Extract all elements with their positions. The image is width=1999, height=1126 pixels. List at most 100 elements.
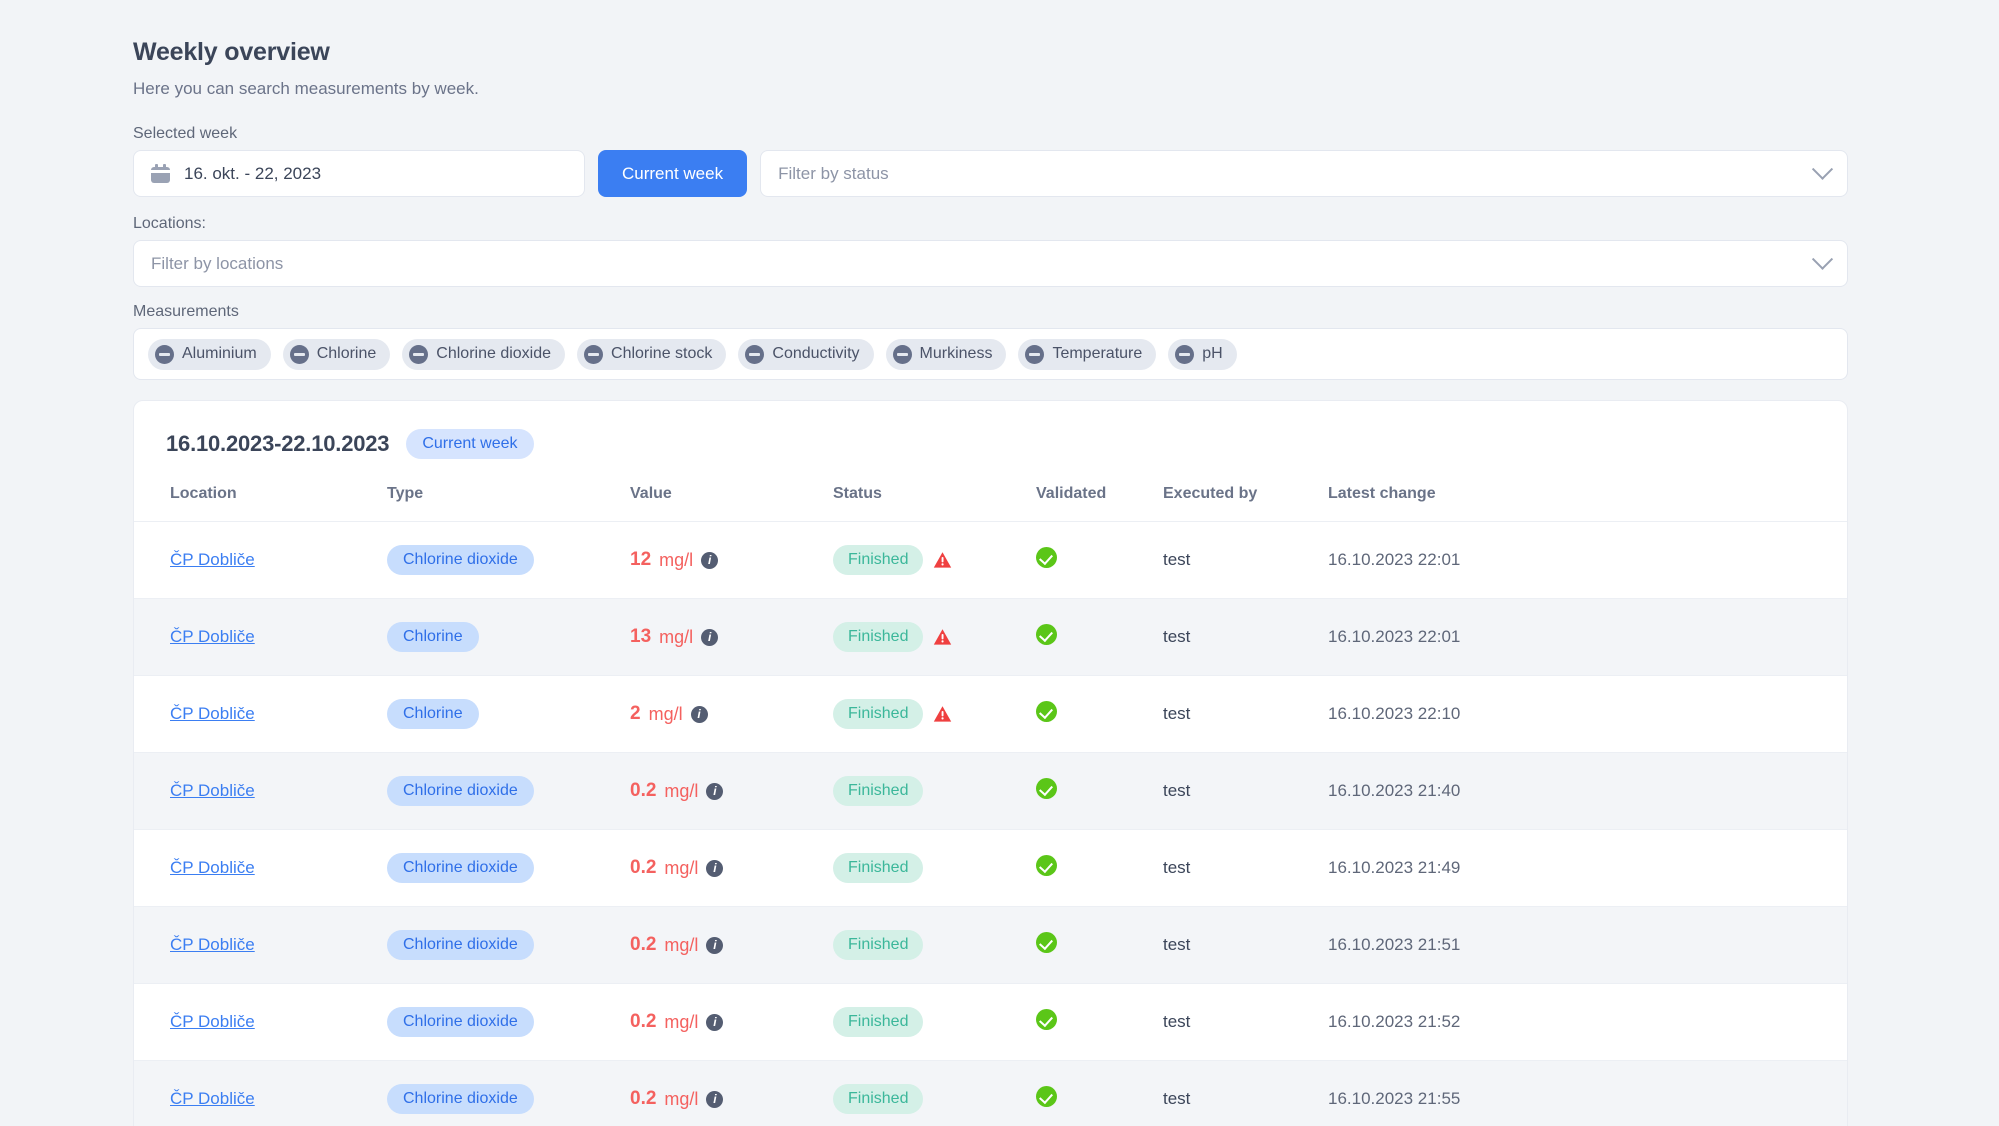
status-badge: Finished xyxy=(833,930,924,960)
column-header-location: Location xyxy=(170,485,237,502)
locations-label: Locations: xyxy=(133,215,206,232)
executed-by-value: test xyxy=(1163,781,1191,800)
measurement-chip-label: Aluminium xyxy=(182,345,257,362)
measurement-chip-label: Conductivity xyxy=(772,345,860,362)
location-link[interactable]: ČP Dobliče xyxy=(170,935,255,954)
measurement-chip[interactable]: Chlorine dioxide xyxy=(402,338,566,370)
value-number: 0.2 xyxy=(630,934,657,955)
table-row: ČP Dobliče Chlorine dioxide 0.2 mg/l i Finish… xyxy=(134,752,1847,830)
table-header: Location Type Value Status Validated Executed… xyxy=(134,485,1847,522)
latest-change-value: 16.10.2023 21:52 xyxy=(1328,1012,1461,1031)
measurement-type-badge: Chlorine dioxide xyxy=(387,853,534,883)
info-icon[interactable]: i xyxy=(706,936,724,954)
location-link[interactable]: ČP Dobliče xyxy=(170,550,255,569)
value-cell: 2 mg/l i xyxy=(630,703,833,725)
status-filter-select[interactable]: Filter by status xyxy=(760,150,1848,197)
remove-minus-icon[interactable] xyxy=(409,344,429,364)
status-badge: Finished xyxy=(833,1007,924,1037)
warning-triangle-icon[interactable] xyxy=(933,551,952,569)
status-cell: Finished xyxy=(833,776,1036,806)
validated-check-icon xyxy=(1036,1086,1057,1107)
validated-check-icon xyxy=(1036,547,1057,568)
info-icon[interactable]: i xyxy=(701,551,719,569)
column-header-validated: Validated xyxy=(1036,485,1107,502)
value-unit: mg/l xyxy=(659,626,694,647)
validated-check-icon xyxy=(1036,778,1057,799)
value-number: 0.2 xyxy=(630,857,657,878)
measurement-chip-label: pH xyxy=(1202,345,1223,362)
locations-filter-select[interactable]: Filter by locations xyxy=(133,240,1848,287)
value-unit: mg/l xyxy=(664,934,699,955)
measurement-type-badge: Chlorine dioxide xyxy=(387,776,534,806)
status-cell: Finished xyxy=(833,853,1036,883)
table-row: ČP Dobliče Chlorine dioxide 0.2 mg/l i Finish… xyxy=(134,984,1847,1061)
value-number: 0.2 xyxy=(630,1088,657,1109)
latest-change-value: 16.10.2023 21:49 xyxy=(1328,858,1461,877)
selected-week-label: Selected week xyxy=(133,125,238,142)
measurement-chip-label: Murkiness xyxy=(919,345,993,362)
info-icon[interactable]: i xyxy=(701,628,719,646)
measurement-chip[interactable]: Chlorine xyxy=(282,338,391,370)
measurement-chip[interactable]: Chlorine stock xyxy=(577,338,727,370)
week-date-input[interactable]: 16. okt. - 22, 2023 xyxy=(133,150,585,197)
latest-change-value: 16.10.2023 22:01 xyxy=(1328,627,1461,646)
remove-minus-icon[interactable] xyxy=(1175,344,1195,364)
measurement-chip-label: Temperature xyxy=(1052,345,1143,362)
validated-check-icon xyxy=(1036,1009,1057,1030)
value-number: 0.2 xyxy=(630,1011,657,1032)
column-header-value: Value xyxy=(630,485,672,502)
measurement-chip[interactable]: Murkiness xyxy=(885,338,1007,370)
week-range: 16.10.2023-22.10.2023 xyxy=(166,431,390,456)
info-icon[interactable]: i xyxy=(706,859,724,877)
remove-minus-icon[interactable] xyxy=(289,344,309,364)
weekly-overview-page: Weekly overview Here you can search meas… xyxy=(0,0,1999,1126)
measurement-type-badge: Chlorine dioxide xyxy=(387,930,534,960)
week-date-value: 16. okt. - 22, 2023 xyxy=(184,163,322,183)
value-unit: mg/l xyxy=(664,780,699,801)
value-unit: mg/l xyxy=(664,1011,699,1032)
location-link[interactable]: ČP Dobliče xyxy=(170,858,255,877)
location-link[interactable]: ČP Dobliče xyxy=(170,1012,255,1031)
remove-minus-icon[interactable] xyxy=(892,344,912,364)
value-cell: 0.2 mg/l i xyxy=(630,780,833,802)
executed-by-value: test xyxy=(1163,935,1191,954)
location-link[interactable]: ČP Dobliče xyxy=(170,1089,255,1108)
current-week-button[interactable]: Current week xyxy=(598,150,748,197)
status-cell: Finished xyxy=(833,1084,1036,1114)
value-number: 12 xyxy=(630,549,652,570)
value-cell: 0.2 mg/l i xyxy=(630,1011,833,1033)
status-cell: Finished xyxy=(833,622,1036,652)
measurement-chip[interactable]: Conductivity xyxy=(738,338,874,370)
value-unit: mg/l xyxy=(664,857,699,878)
measurement-chip[interactable]: Temperature xyxy=(1018,338,1157,370)
remove-minus-icon[interactable] xyxy=(155,344,174,364)
location-link[interactable]: ČP Dobliče xyxy=(170,704,255,723)
filters-row: 16. okt. - 22, 2023 Current week Filter … xyxy=(133,150,1848,197)
executed-by-value: test xyxy=(1163,627,1191,646)
remove-minus-icon[interactable] xyxy=(745,344,765,364)
measurement-chips-container: Aluminium Chlorine Chlorine dioxide Chlorin… xyxy=(133,328,1848,380)
status-badge: Finished xyxy=(833,853,924,883)
info-icon[interactable]: i xyxy=(706,1013,724,1031)
status-cell: Finished xyxy=(833,1007,1036,1037)
current-week-badge: Current week xyxy=(406,429,534,459)
remove-minus-icon[interactable] xyxy=(584,344,604,364)
chevron-down-icon xyxy=(1811,248,1834,270)
chevron-down-icon xyxy=(1811,158,1834,180)
warning-triangle-icon[interactable] xyxy=(933,705,952,723)
measurement-chip-label: Chlorine dioxide xyxy=(436,345,552,362)
info-icon[interactable]: i xyxy=(706,782,724,800)
warning-triangle-icon[interactable] xyxy=(933,628,952,646)
status-badge: Finished xyxy=(833,1084,924,1114)
remove-minus-icon[interactable] xyxy=(1025,344,1045,364)
info-icon[interactable]: i xyxy=(690,705,708,723)
card-header: 16.10.2023-22.10.2023 Current week xyxy=(134,429,1847,459)
location-link[interactable]: ČP Dobliče xyxy=(170,627,255,646)
info-icon[interactable]: i xyxy=(706,1090,724,1108)
measurement-chip[interactable]: Aluminium xyxy=(148,338,271,370)
location-link[interactable]: ČP Dobliče xyxy=(170,781,255,800)
page-title: Weekly overview xyxy=(133,38,330,66)
measurements-table: Location Type Value Status Validated Executed… xyxy=(134,485,1847,1126)
executed-by-value: test xyxy=(1163,550,1191,569)
measurement-chip[interactable]: pH xyxy=(1168,338,1237,370)
